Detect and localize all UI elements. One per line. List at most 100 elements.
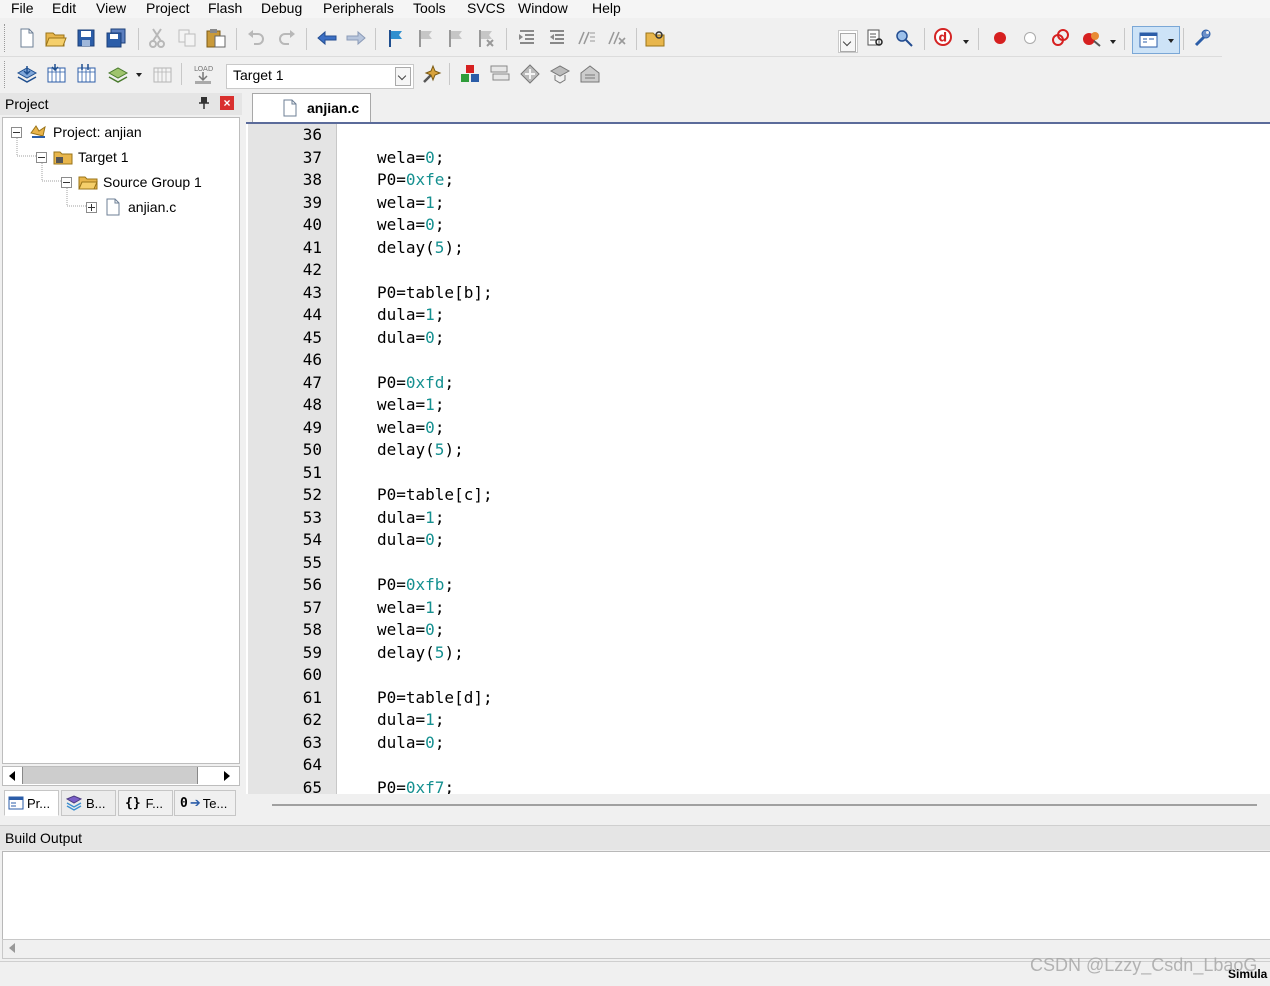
debug-dropdown-icon[interactable] <box>963 40 969 44</box>
find-in-files-icon[interactable] <box>644 26 668 50</box>
scroll-left-icon[interactable] <box>9 943 15 953</box>
stop-build-icon[interactable] <box>151 62 175 86</box>
tab-project[interactable]: Pr... <box>4 790 59 816</box>
collapse-icon[interactable] <box>36 151 47 163</box>
target-select[interactable]: Target 1 <box>226 64 414 89</box>
undo-icon[interactable] <box>244 26 268 50</box>
find-combo-dropdown-icon[interactable] <box>840 33 856 52</box>
collapse-icon[interactable] <box>61 176 72 188</box>
unindent-icon[interactable] <box>545 26 569 50</box>
editor-tab-anjian-c[interactable]: anjian.c <box>252 93 371 122</box>
line-number: 58 <box>302 620 322 639</box>
line-number-gutter: 36 37 38 39 40 41 42 43 44 45 46 47 48 49 50 51 52 53 54 55… <box>248 124 337 794</box>
window-layout-button[interactable] <box>1132 26 1180 54</box>
previous-bookmark-icon[interactable] <box>414 26 438 50</box>
save-all-icon[interactable] <box>104 26 128 50</box>
copy-icon[interactable] <box>175 26 199 50</box>
line-number: 57 <box>302 597 322 617</box>
line-number: 44 <box>302 305 322 324</box>
line-number: 41 <box>302 237 322 257</box>
comment-icon[interactable] <box>575 26 599 50</box>
toolbar-separator <box>236 28 237 50</box>
window-layout-dropdown-icon[interactable] <box>1168 39 1174 43</box>
cut-icon[interactable] <box>145 26 169 50</box>
scroll-left-icon[interactable] <box>9 771 15 781</box>
tab-books[interactable]: B... <box>61 790 116 816</box>
toolbar-grip[interactable] <box>4 24 8 52</box>
insert-bookmark-icon[interactable] <box>384 26 408 50</box>
code-line: wela=0; <box>377 147 445 167</box>
line-number: 40 <box>302 215 322 234</box>
rte-icon[interactable] <box>548 62 572 86</box>
close-panel-button[interactable]: × <box>220 96 234 110</box>
save-icon[interactable] <box>74 26 98 50</box>
incremental-find-icon[interactable] <box>893 26 917 50</box>
download-load-icon[interactable]: LOAD <box>191 62 215 86</box>
tree-label-source-group: Source Group 1 <box>103 174 202 190</box>
build-output-text[interactable] <box>2 851 1270 941</box>
collapse-icon[interactable] <box>11 126 22 138</box>
tree-node-source-group[interactable]: Source Group 1 <box>61 171 202 193</box>
tree-node-file[interactable]: anjian.c <box>86 196 176 218</box>
menu-tools[interactable]: Tools <box>413 0 446 16</box>
pin-icon[interactable] <box>198 96 210 110</box>
menu-file[interactable]: File <box>11 0 34 16</box>
rebuild-all-icon[interactable] <box>75 62 99 86</box>
line-number: 36 <box>302 125 322 144</box>
breakpoints-dropdown-icon[interactable] <box>1110 40 1116 44</box>
redo-icon[interactable] <box>275 26 299 50</box>
select-packs-icon[interactable] <box>488 62 512 86</box>
batch-build-dropdown-icon[interactable] <box>136 73 142 77</box>
translate-icon[interactable] <box>15 62 39 86</box>
code-line: wela=1; <box>377 597 445 617</box>
disable-breakpoints-icon[interactable] <box>1048 26 1072 50</box>
find-combo[interactable] <box>838 30 858 53</box>
code-line: wela=0; <box>377 417 445 437</box>
kill-breakpoints-icon[interactable] <box>1080 26 1104 50</box>
software-packs-icon[interactable] <box>578 62 602 86</box>
tree-node-target[interactable]: Target 1 <box>36 146 129 168</box>
menu-svcs[interactable]: SVCS <box>467 0 505 16</box>
configure-wrench-icon[interactable] <box>1191 26 1215 50</box>
new-file-icon[interactable] <box>15 26 39 50</box>
code-line: dula=0; <box>377 732 445 752</box>
manage-components-icon[interactable] <box>458 62 482 86</box>
enable-breakpoint-icon[interactable] <box>1018 26 1042 50</box>
tab-templates[interactable]: 0 ➔ Te... <box>174 790 236 816</box>
tree-node-project[interactable]: Project: anjian <box>11 121 142 143</box>
menu-window[interactable]: Window <box>518 0 568 16</box>
open-file-icon[interactable] <box>44 26 68 50</box>
toolbar-separator <box>924 28 925 50</box>
editor-hscrollbar[interactable] <box>246 795 1270 817</box>
code-editor[interactable]: 36 37 38 39 40 41 42 43 44 45 46 47 48 49 50 51 52 53 54 55… <box>246 124 1270 794</box>
find-icon[interactable] <box>863 26 887 50</box>
menu-flash[interactable]: Flash <box>208 0 242 16</box>
menu-edit[interactable]: Edit <box>52 0 76 16</box>
uncomment-icon[interactable] <box>605 26 629 50</box>
build-target-icon[interactable] <box>45 62 69 86</box>
menu-debug[interactable]: Debug <box>261 0 302 16</box>
paste-icon[interactable] <box>204 26 228 50</box>
target-select-dropdown-icon[interactable] <box>395 67 411 86</box>
clear-bookmarks-icon[interactable] <box>474 26 498 50</box>
tab-functions[interactable]: {} F... <box>118 790 173 816</box>
menu-help[interactable]: Help <box>592 0 621 16</box>
menu-view[interactable]: View <box>96 0 126 16</box>
menu-project[interactable]: Project <box>146 0 190 16</box>
target-options-icon[interactable] <box>420 62 444 86</box>
navigate-back-icon[interactable] <box>315 26 339 50</box>
editor-hscroll-track[interactable] <box>272 804 1257 806</box>
insert-breakpoint-icon[interactable] <box>988 26 1012 50</box>
menu-peripherals[interactable]: Peripherals <box>323 0 394 16</box>
indent-icon[interactable] <box>515 26 539 50</box>
scrollbar-thumb[interactable] <box>22 767 198 784</box>
debug-session-icon[interactable]: d <box>932 26 956 50</box>
expand-icon[interactable] <box>86 201 97 213</box>
pack-installer-icon[interactable] <box>518 62 542 86</box>
next-bookmark-icon[interactable] <box>444 26 468 50</box>
batch-build-icon[interactable] <box>106 62 130 86</box>
scroll-right-icon[interactable] <box>224 771 230 781</box>
navigate-forward-icon[interactable] <box>344 26 368 50</box>
project-tree-hscrollbar[interactable] <box>2 766 240 786</box>
toolbar-grip[interactable] <box>4 61 8 88</box>
